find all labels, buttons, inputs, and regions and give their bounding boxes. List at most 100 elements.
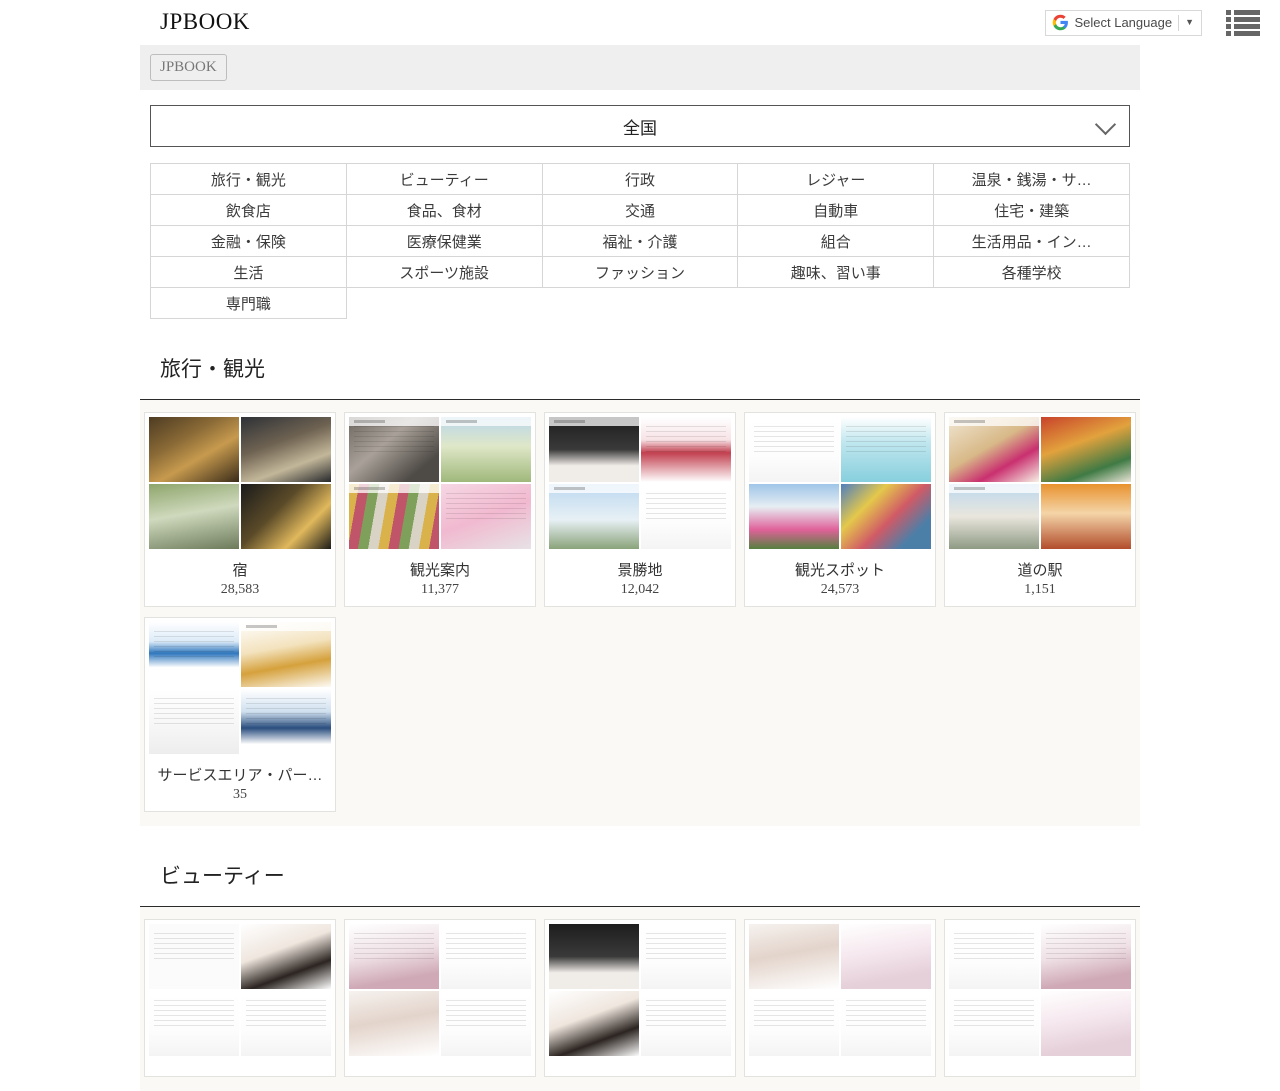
site-logo[interactable]: JPBOOK [160, 10, 250, 35]
breadcrumb: JPBOOK [140, 45, 1140, 90]
card-count: 24,573 [745, 580, 935, 606]
category-cell[interactable]: 交通 [542, 195, 738, 226]
thumbnail-tile [1041, 417, 1131, 482]
category-cell[interactable]: 旅行・観光 [151, 164, 347, 195]
google-translate-widget[interactable]: Select Language ▼ [1045, 10, 1202, 36]
page-root: JPBOOK Select Language ▼ [0, 0, 1280, 1091]
card-label: サービスエリア・パー… [145, 758, 335, 785]
category-cell-empty [542, 288, 738, 319]
thumbnail-tile [241, 417, 331, 482]
list-item[interactable] [344, 919, 536, 1077]
translate-caret-icon[interactable]: ▼ [1185, 18, 1199, 27]
thumbnail-tile [549, 991, 639, 1056]
region-select[interactable]: 全国 [150, 105, 1130, 147]
category-cell[interactable]: 温泉・銭湯・サ… [934, 164, 1130, 195]
thumbnail-tile [241, 689, 331, 754]
list-item[interactable] [144, 919, 336, 1077]
card-label: 景勝地 [545, 553, 735, 580]
category-cell[interactable]: ビューティー [346, 164, 542, 195]
section-title: ビューティー [140, 860, 1140, 906]
list-item[interactable]: サービスエリア・パー… 35 [144, 617, 336, 812]
table-row: 生活 スポーツ施設 ファッション 趣味、習い事 各種学校 [151, 257, 1130, 288]
thumbnail-tile [149, 991, 239, 1056]
section-card-grid: 宿 28,583 観光案内 11,377 [140, 400, 1140, 826]
card-thumbnail [545, 413, 735, 553]
thumbnail-tile [949, 484, 1039, 549]
category-cell[interactable]: 自動車 [738, 195, 934, 226]
thumbnail-tile [841, 924, 931, 989]
translate-label: Select Language [1074, 15, 1172, 30]
thumbnail-tile [749, 417, 839, 482]
thumbnail-tile [1041, 991, 1131, 1056]
category-cell[interactable]: 飲食店 [151, 195, 347, 226]
category-table-body: 旅行・観光 ビューティー 行政 レジャー 温泉・銭湯・サ… 飲食店 食品、食材 … [151, 164, 1130, 319]
section-beauty: ビューティー [140, 826, 1140, 1091]
content-wrapper: 全国 旅行・観光 ビューティー 行政 レジャー 温泉・銭湯・サ… 飲食店 [140, 90, 1140, 1091]
region-select-value: 全国 [623, 114, 657, 139]
thumbnail-tile [349, 417, 439, 482]
card-count: 35 [145, 785, 335, 811]
category-cell[interactable]: レジャー [738, 164, 934, 195]
category-cell[interactable]: 生活 [151, 257, 347, 288]
thumbnail-tile [641, 484, 731, 549]
category-cell[interactable]: 組合 [738, 226, 934, 257]
list-menu-row [1226, 10, 1260, 15]
list-item[interactable]: 観光スポット 24,573 [744, 412, 936, 607]
thumbnail-tile [441, 991, 531, 1056]
category-cell[interactable]: スポーツ施設 [346, 257, 542, 288]
category-cell[interactable]: 福祉・介護 [542, 226, 738, 257]
thumbnail-tile [349, 484, 439, 549]
thumbnail-tile [549, 484, 639, 549]
list-item[interactable]: 道の駅 1,151 [944, 412, 1136, 607]
card-count: 28,583 [145, 580, 335, 606]
card-count: 11,377 [345, 580, 535, 606]
list-item[interactable]: 観光案内 11,377 [344, 412, 536, 607]
list-item[interactable]: 景勝地 12,042 [544, 412, 736, 607]
translate-separator [1178, 15, 1179, 31]
category-cell[interactable]: 専門職 [151, 288, 347, 319]
list-item[interactable] [544, 919, 736, 1077]
breadcrumb-item-jpbook[interactable]: JPBOOK [150, 54, 227, 81]
thumbnail-tile [441, 484, 531, 549]
thumbnail-tile [641, 991, 731, 1056]
thumbnail-tile [949, 417, 1039, 482]
thumbnail-tile [949, 991, 1039, 1056]
category-cell[interactable]: 行政 [542, 164, 738, 195]
card-label: 道の駅 [945, 553, 1135, 580]
card-count [545, 1066, 735, 1076]
category-cell[interactable]: 住宅・建築 [934, 195, 1130, 226]
table-row: 金融・保険 医療保健業 福祉・介護 組合 生活用品・イン… [151, 226, 1130, 257]
category-cell[interactable]: 趣味、習い事 [738, 257, 934, 288]
category-cell[interactable]: 各種学校 [934, 257, 1130, 288]
category-cell[interactable]: ファッション [542, 257, 738, 288]
category-cell[interactable]: 医療保健業 [346, 226, 542, 257]
list-item[interactable] [744, 919, 936, 1077]
table-row: 旅行・観光 ビューティー 行政 レジャー 温泉・銭湯・サ… [151, 164, 1130, 195]
table-row: 飲食店 食品、食材 交通 自動車 住宅・建築 [151, 195, 1130, 226]
category-cell[interactable]: 生活用品・イン… [934, 226, 1130, 257]
card-count: 1,151 [945, 580, 1135, 606]
list-item[interactable]: 宿 28,583 [144, 412, 336, 607]
thumbnail-tile [641, 924, 731, 989]
list-menu-icon[interactable] [1226, 9, 1260, 37]
category-cell[interactable]: 金融・保険 [151, 226, 347, 257]
thumbnail-tile [149, 924, 239, 989]
site-header: JPBOOK Select Language ▼ [0, 0, 1280, 45]
category-cell-empty [934, 288, 1130, 319]
thumbnail-tile [1041, 484, 1131, 549]
thumbnail-tile [149, 622, 239, 687]
list-item[interactable] [944, 919, 1136, 1077]
thumbnail-tile [441, 924, 531, 989]
thumbnail-tile [349, 924, 439, 989]
category-cell[interactable]: 食品、食材 [346, 195, 542, 226]
thumbnail-tile [241, 924, 331, 989]
google-g-icon [1052, 14, 1069, 31]
thumbnail-tile [149, 484, 239, 549]
thumbnail-tile [549, 417, 639, 482]
category-table: 旅行・観光 ビューティー 行政 レジャー 温泉・銭湯・サ… 飲食店 食品、食材 … [150, 163, 1130, 319]
section-title: 旅行・観光 [140, 353, 1140, 399]
card-thumbnail [345, 920, 535, 1060]
thumbnail-tile [241, 484, 331, 549]
thumbnail-tile [1041, 924, 1131, 989]
thumbnail-tile [441, 417, 531, 482]
